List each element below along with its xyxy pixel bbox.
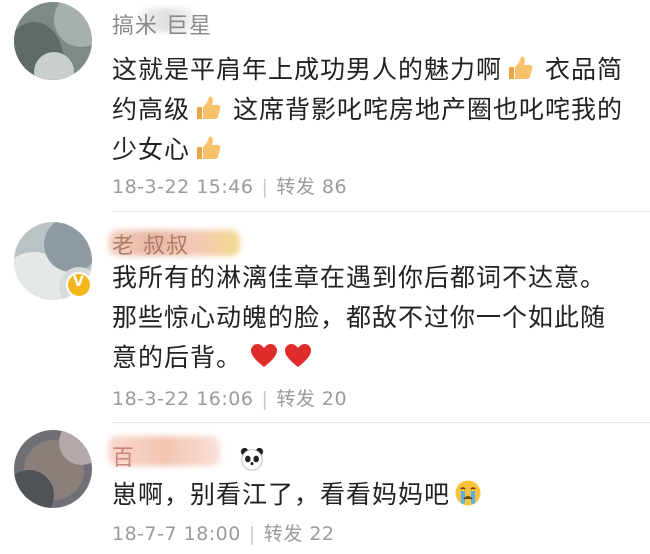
comment-line: 这席背影叱咤房地产圈也叱咤我的 — [224, 95, 623, 124]
comment-meta: 18-3-22 15:46 | 转发 86 — [112, 172, 347, 199]
repost-count: 22 — [309, 523, 335, 545]
heart-emoji — [251, 344, 278, 367]
comment-line: 崽啊，别看江了，看看妈妈吧 — [112, 480, 451, 509]
comment-line: 我所有的淋漓佳章在遇到你后都词不达意。 — [112, 263, 607, 292]
comment-meta: 18-3-22 16:06 | 转发 20 — [112, 384, 347, 411]
username-text: 百 — [112, 446, 136, 471]
thumbs-up-emoji — [197, 96, 221, 119]
divider — [112, 422, 650, 423]
thumbs-up-emoji — [509, 56, 533, 79]
separator: | — [261, 388, 269, 410]
v-badge-icon: V — [66, 272, 92, 298]
username[interactable]: 搞米 巨星 — [112, 8, 212, 40]
comment-line: 衣品简 — [536, 55, 623, 84]
comment-text: 这就是平肩年上成功男人的魅力啊 衣品简 约高级 这席背影叱咤房地产圈也叱咤我的 … — [112, 50, 632, 170]
comment-text: 我所有的淋漓佳章在遇到你后都词不达意。 那些惊心动魄的脸，都敌不过你一个如此随 … — [112, 258, 632, 378]
username[interactable]: 百 — [112, 440, 265, 472]
heart-emoji — [285, 344, 312, 367]
separator: | — [248, 523, 256, 545]
thumbs-up-emoji — [197, 136, 221, 159]
panda-emoji — [240, 447, 264, 471]
timestamp: 18-7-7 18:00 — [112, 523, 241, 545]
comment-line: 少女心 — [112, 135, 191, 164]
comment-line: 意的后背。 — [112, 343, 243, 372]
avatar[interactable] — [14, 2, 92, 80]
repost-button[interactable]: 转发 22 — [264, 523, 335, 545]
comment-meta: 18-7-7 18:00 | 转发 22 — [112, 519, 335, 546]
divider — [112, 211, 650, 212]
repost-button[interactable]: 转发 20 — [276, 388, 347, 410]
repost-label: 转发 — [276, 176, 316, 198]
repost-count: 20 — [321, 388, 348, 410]
repost-label: 转发 — [276, 388, 316, 410]
crying-face-emoji — [455, 480, 481, 506]
username[interactable]: 老 叔叔 — [112, 228, 189, 260]
timestamp: 18-3-22 15:46 — [112, 176, 254, 198]
comment-line: 那些惊心动魄的脸，都敌不过你一个如此随 — [112, 303, 607, 332]
separator: | — [261, 176, 269, 198]
repost-label: 转发 — [263, 523, 303, 545]
comment-line: 这就是平肩年上成功男人的魅力啊 — [112, 55, 503, 84]
repost-count: 86 — [321, 176, 348, 198]
timestamp: 18-3-22 16:06 — [112, 388, 254, 410]
comment-text: 崽啊，别看江了，看看妈妈吧 — [112, 475, 632, 515]
repost-button[interactable]: 转发 86 — [276, 176, 347, 198]
avatar[interactable] — [14, 430, 92, 508]
comment-line: 约高级 — [112, 95, 191, 124]
